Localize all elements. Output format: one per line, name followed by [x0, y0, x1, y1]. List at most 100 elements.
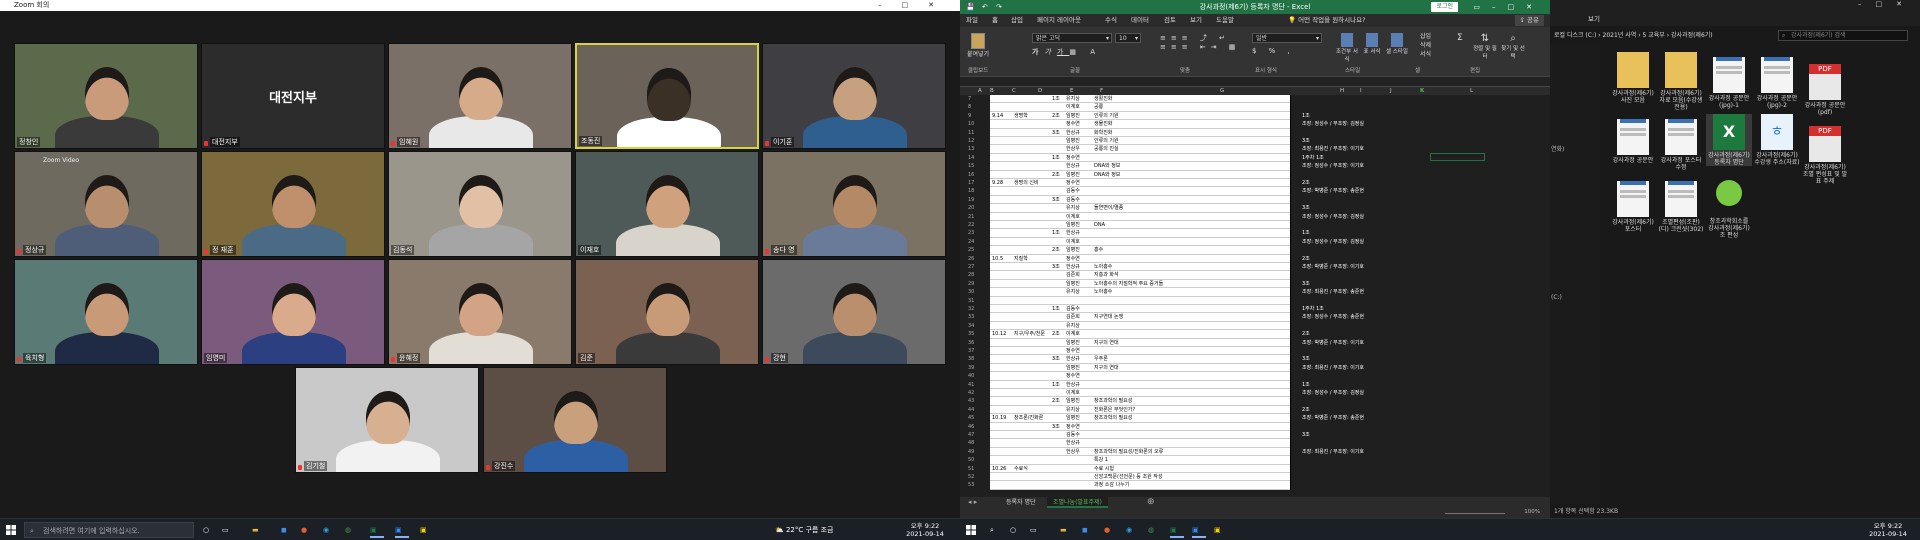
- row-header[interactable]: 27: [968, 263, 974, 271]
- row-header[interactable]: 43: [968, 397, 974, 405]
- table-cell[interactable]: 임병진: [1066, 137, 1092, 145]
- table-cell[interactable]: 한상규: [1066, 355, 1092, 363]
- table-cell[interactable]: 한상규: [1066, 229, 1092, 237]
- zoom-taskbar-icon[interactable]: ▣: [1192, 522, 1206, 538]
- row-header[interactable]: 49: [968, 448, 974, 456]
- file-item[interactable]: PDF 강사과정(제6기) 조별 편성표 및 발표 주제: [1802, 114, 1848, 185]
- row-header[interactable]: 9: [968, 112, 971, 120]
- table-cell[interactable]: 생명의 신비: [1014, 179, 1050, 187]
- row-header[interactable]: 11: [968, 129, 974, 137]
- table-cell[interactable]: 노아홍수의 지질학적 주요 증거들: [1094, 280, 1204, 288]
- table-cell-notes[interactable]: 조장: 정성수 / 부조장: 송준현: [1302, 313, 1364, 321]
- column-header[interactable]: I: [1360, 88, 1362, 94]
- table-cell[interactable]: 김동수: [1066, 187, 1092, 195]
- row-header[interactable]: 19: [968, 196, 974, 204]
- column-header[interactable]: B: [990, 88, 994, 94]
- table-cell[interactable]: 화학진화: [1094, 129, 1204, 137]
- table-cell[interactable]: 유지상: [1066, 95, 1092, 103]
- undo-icon[interactable]: ↶: [982, 0, 988, 14]
- table-cell-notes[interactable]: 조장: 정성수 / 부조장: 김정실: [1302, 238, 1364, 246]
- table-cell[interactable]: 공룡의 진실: [1094, 145, 1204, 153]
- table-cell[interactable]: 한상규: [1066, 381, 1092, 389]
- table-cell[interactable]: 2조: [1052, 397, 1064, 405]
- table-cell[interactable]: 공룡: [1094, 103, 1204, 111]
- row-header[interactable]: 38: [968, 355, 974, 363]
- row-header[interactable]: 45: [968, 414, 974, 422]
- task-view-icon[interactable]: ▭: [222, 522, 232, 538]
- table-cell[interactable]: 유지상: [1066, 406, 1092, 414]
- table-cell-notes[interactable]: 조장: 정성수 / 부조장: 김정실: [1302, 389, 1364, 397]
- alignment-buttons[interactable]: ≡≡≡ ⤴ ↵ ≡≡≡ ⇤⇥ ▦: [1160, 33, 1240, 51]
- ribbon-tab[interactable]: 보기: [1190, 14, 1202, 27]
- column-header[interactable]: K: [1420, 88, 1424, 94]
- participant-tile[interactable]: 강진수: [483, 367, 667, 473]
- table-cell[interactable]: 창조과학의 필요성/진화론의 오류: [1094, 448, 1204, 456]
- table-cell-notes[interactable]: 3조: [1302, 280, 1310, 288]
- table-cell[interactable]: 우주론: [1094, 355, 1204, 363]
- table-cell-notes[interactable]: 조장: 정성수 / 부조장: 김정실: [1302, 213, 1364, 221]
- table-cell[interactable]: 지구연대 논쟁: [1094, 313, 1204, 321]
- row-header[interactable]: 50: [968, 456, 974, 464]
- participant-tile[interactable]: 윤혜정: [388, 259, 572, 365]
- participant-tile[interactable]: 임영미: [201, 259, 385, 365]
- table-cell[interactable]: 지구의 연대: [1094, 339, 1204, 347]
- table-cell[interactable]: 한상규: [1066, 162, 1092, 170]
- table-cell[interactable]: 정수연: [1066, 347, 1092, 355]
- participant-tile[interactable]: 임혜원: [388, 43, 572, 149]
- participant-tile[interactable]: 이기훈: [762, 43, 946, 149]
- row-header[interactable]: 10: [968, 120, 974, 128]
- table-cell[interactable]: 1조: [1052, 305, 1064, 313]
- file-item[interactable]: 강사과정 공문안: [1610, 114, 1656, 164]
- row-header[interactable]: 52: [968, 473, 974, 481]
- file-item[interactable]: 창조과학회소를 강사과정(제6기) 조 편성: [1706, 176, 1752, 239]
- column-header[interactable]: E: [1070, 88, 1073, 94]
- cell-style-button[interactable]: 셀 스타일: [1385, 33, 1409, 55]
- file-item[interactable]: 강사과정 포스터 수정: [1658, 114, 1704, 171]
- window-controls[interactable]: ▭–□✕: [1473, 0, 1544, 14]
- store-icon[interactable]: ◼: [281, 522, 293, 538]
- row-header[interactable]: 30: [968, 288, 974, 296]
- row-header[interactable]: 33: [968, 313, 974, 321]
- table-cell-notes[interactable]: 3조: [1302, 431, 1310, 439]
- participant-tile[interactable]: 대전지부 대전지부: [201, 43, 385, 149]
- table-cell[interactable]: 10.5: [992, 255, 1014, 263]
- table-cell-notes[interactable]: 조장: 정성수 / 부조장: 이기호: [1302, 162, 1364, 170]
- table-cell-notes[interactable]: 조장: 최용진 / 부조장: 송준현: [1302, 288, 1364, 296]
- row-header[interactable]: 39: [968, 364, 974, 372]
- redo-icon[interactable]: ↷: [996, 0, 1002, 14]
- number-format-select[interactable]: 일반 ▾: [1252, 33, 1322, 43]
- table-cell-notes[interactable]: 1조: [1302, 229, 1310, 237]
- file-explorer-icon[interactable]: ▬: [1060, 522, 1072, 538]
- participant-tile[interactable]: 송다 영: [762, 151, 946, 257]
- table-cell[interactable]: 지구의 연대: [1094, 364, 1204, 372]
- participant-tile[interactable]: 이재호: [575, 151, 759, 257]
- table-cell[interactable]: 임병진: [1066, 171, 1092, 179]
- table-cell-notes[interactable]: 1주차 1조: [1302, 154, 1324, 162]
- table-cell-notes[interactable]: 3조: [1302, 355, 1310, 363]
- table-cell[interactable]: 인류의 기원: [1094, 112, 1204, 120]
- table-cell[interactable]: 3조: [1052, 355, 1064, 363]
- table-cell[interactable]: 2조: [1052, 330, 1064, 338]
- column-header[interactable]: D: [1038, 88, 1042, 94]
- table-cell[interactable]: 3조: [1052, 129, 1064, 137]
- row-header[interactable]: 31: [968, 297, 974, 305]
- table-cell[interactable]: 유지상: [1066, 322, 1092, 330]
- table-cell[interactable]: 이계호: [1066, 103, 1092, 111]
- table-cell[interactable]: 신앙고백문(선언문) 등 조원 작성: [1094, 473, 1204, 481]
- row-header[interactable]: 25: [968, 246, 974, 254]
- column-header[interactable]: G: [1220, 88, 1224, 94]
- table-cell[interactable]: 이계호: [1066, 213, 1092, 221]
- table-cell[interactable]: 10.12: [992, 330, 1014, 338]
- worksheet-grid[interactable]: A B C D E F G H I J K L 7 8 9 1조 10 조장: 정성수 / 부조장: 김정실 11…: [960, 87, 1550, 497]
- sheet-nav-arrows[interactable]: ◂ ▸: [968, 498, 977, 506]
- kakaotalk-icon[interactable]: ▣: [420, 522, 434, 538]
- table-cell[interactable]: 한상규: [1066, 439, 1092, 447]
- table-cell-notes[interactable]: 2조: [1302, 406, 1310, 414]
- table-cell[interactable]: 1조: [1052, 381, 1064, 389]
- row-header[interactable]: 20: [968, 204, 974, 212]
- explorer-search[interactable]: ⌕ 강사과정(제6기) 검색: [1778, 30, 1908, 41]
- participant-tile[interactable]: 김기철: [295, 367, 479, 473]
- ribbon-tab[interactable]: 파일: [966, 14, 978, 27]
- row-header[interactable]: 21: [968, 213, 974, 221]
- row-header[interactable]: 16: [968, 171, 974, 179]
